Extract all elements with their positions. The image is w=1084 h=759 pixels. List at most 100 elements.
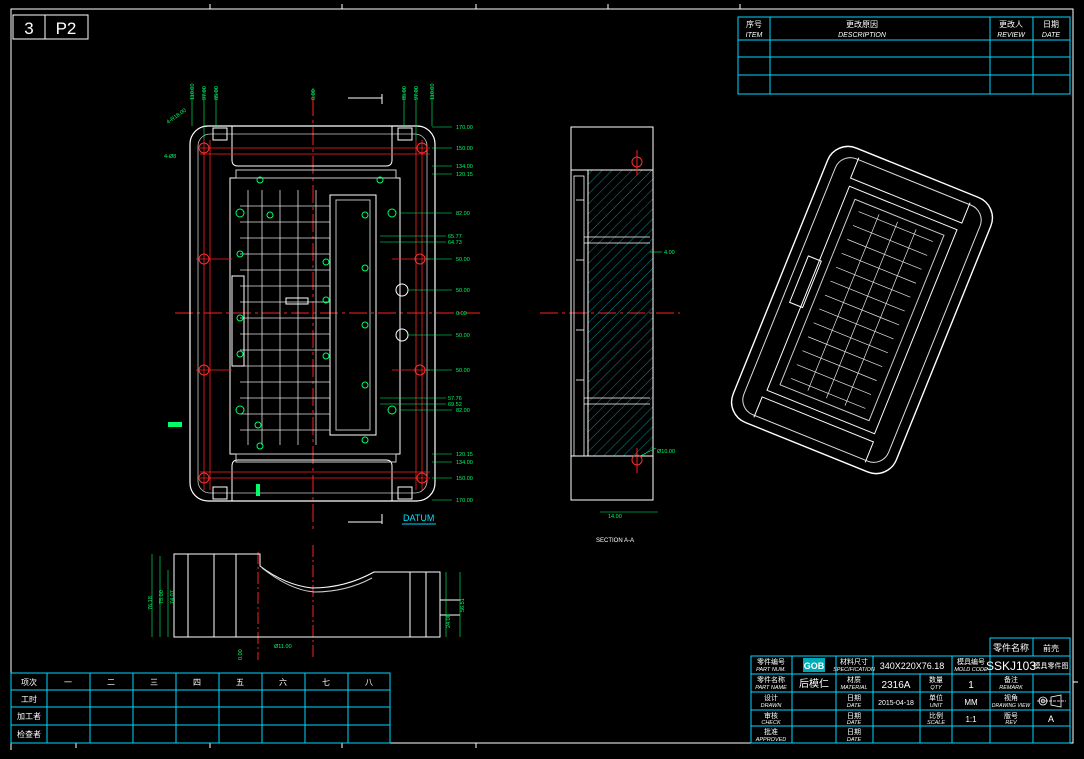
tb-part-number-cn: 零件编号 bbox=[757, 657, 785, 666]
proc-row-0: 项次 bbox=[21, 677, 37, 687]
tb-approve-en: APPROVED bbox=[755, 737, 787, 743]
side-dim-6: Ø11.00 bbox=[274, 644, 292, 650]
proc-col-3: 四 bbox=[193, 678, 201, 687]
tb-date3-cn: 日期 bbox=[847, 728, 861, 736]
dim-r7: 50.00 bbox=[456, 257, 470, 263]
title-block: 零件名称 前壳 零件编号 PART NUM. GOB 材料尺寸 SPECIFIC… bbox=[750, 637, 1071, 744]
plan-view: DATUM bbox=[168, 88, 480, 530]
tb-date-en: DATE bbox=[847, 703, 862, 709]
proc-col-6: 七 bbox=[322, 678, 330, 687]
dim-t6: 110.00 bbox=[430, 84, 436, 100]
tb-part-number-en: PART NUM. bbox=[756, 667, 786, 673]
tb-date3-en: DATE bbox=[847, 737, 862, 743]
sec-dim-2: 14.00 bbox=[608, 514, 622, 520]
section-view: 4.00 Ø10.00 14.00 SECTION A-A bbox=[540, 126, 680, 544]
side-dim-3: 24.00 bbox=[446, 614, 452, 628]
section-label: SECTION A-A bbox=[596, 538, 634, 544]
tb-view-cn: 视角 bbox=[1004, 693, 1018, 702]
dim-r6: 64.73 bbox=[448, 240, 462, 246]
rev-col-desc-cn: 更改原因 bbox=[846, 19, 878, 29]
tb-remark-cn: 备注 bbox=[1004, 675, 1018, 684]
dim-r10: 50.00 bbox=[456, 333, 470, 339]
dim-r15: 120.15 bbox=[456, 452, 473, 458]
dim-t1: 97.00 bbox=[202, 86, 208, 100]
tb-material-en: MATERIAL bbox=[840, 685, 867, 691]
tb-rev-cn: 版号 bbox=[1004, 711, 1018, 720]
page-index-box: 3 P2 bbox=[12, 14, 89, 40]
proc-row-3: 检查者 bbox=[17, 729, 41, 739]
dim-r18: 170.00 bbox=[456, 498, 473, 504]
gate-marker bbox=[168, 422, 182, 427]
tb-unit-val: MM bbox=[964, 698, 978, 707]
side-dim-1: 75.00 bbox=[159, 590, 165, 604]
tb-scale-val: 1:1 bbox=[965, 715, 977, 724]
proc-row-2: 加工者 bbox=[17, 711, 41, 721]
dim-r3: 120.15 bbox=[456, 172, 473, 178]
tb-qty-val: 1 bbox=[968, 680, 974, 691]
tb-date2-en: DATE bbox=[847, 720, 862, 726]
tb-part-name-cn: 零件名称 bbox=[757, 675, 785, 684]
dim-t4: 85.00 bbox=[402, 86, 408, 100]
side-dim-0: 76.18 bbox=[148, 596, 154, 610]
side-view: 76.18 75.00 74.07 24.00 56.51 0.00 Ø11.0… bbox=[148, 545, 466, 660]
proc-col-7: 八 bbox=[365, 678, 373, 687]
rev-col-item-en: ITEM bbox=[746, 32, 763, 39]
proc-row-1: 工时 bbox=[21, 694, 37, 704]
tb-qty-cn: 数量 bbox=[929, 675, 943, 684]
tb-logo: GOB bbox=[804, 661, 825, 671]
tb-unit-en: UNIT bbox=[930, 703, 943, 709]
dim-t5: 97.00 bbox=[414, 86, 420, 100]
tb-remark-en: REMARK bbox=[999, 685, 1023, 691]
page-code: P2 bbox=[56, 19, 77, 38]
side-dim-5: 0.00 bbox=[238, 649, 244, 660]
proc-col-2: 三 bbox=[150, 678, 158, 687]
proc-col-0: 一 bbox=[64, 678, 72, 687]
projection-symbol-icon bbox=[1037, 694, 1066, 708]
tb-scale-cn: 比例 bbox=[929, 711, 943, 720]
rev-col-date-cn: 日期 bbox=[1043, 20, 1059, 29]
dim-t3: 0.00 bbox=[311, 89, 317, 100]
tb-scale-en: SCALE bbox=[927, 720, 945, 726]
process-table: 项次 工时 加工者 检查者 一 二 三 四 五 六 七 八 bbox=[10, 672, 391, 744]
tb-design-en: DRAWN bbox=[761, 703, 782, 709]
dim-t2: 85.00 bbox=[214, 86, 220, 100]
tb-part-name-val: 后模仁 bbox=[799, 678, 829, 690]
rev-col-review-en: REVIEW bbox=[997, 32, 1026, 39]
tb-rev-en: REV bbox=[1005, 720, 1018, 726]
datum-label: DATUM bbox=[403, 513, 434, 523]
sec-dim-1: Ø10.00 bbox=[657, 449, 675, 455]
tb-part-name-value: 前壳 bbox=[1043, 643, 1059, 653]
dim-radius: 4-R18.00 bbox=[166, 108, 188, 126]
tb-part-name-en: PART NAME bbox=[755, 685, 787, 691]
tb-date-cn: 日期 bbox=[847, 694, 861, 702]
rev-col-desc-en: DESCRIPTION bbox=[838, 32, 887, 39]
tb-mold-no-cn: 模具编号 bbox=[957, 657, 985, 666]
tb-mold-code: SSKJ103 bbox=[986, 659, 1036, 673]
side-dim-2: 74.07 bbox=[170, 590, 176, 604]
tb-material-cn: 材质 bbox=[847, 675, 861, 684]
proc-col-5: 六 bbox=[279, 677, 287, 687]
tb-date2-cn: 日期 bbox=[847, 712, 861, 720]
tb-check-cn: 审核 bbox=[764, 711, 778, 720]
tb-date-val: 2015-04-18 bbox=[878, 700, 914, 707]
dim-r14: 82.00 bbox=[456, 408, 470, 414]
isometric-view bbox=[730, 145, 994, 475]
tb-unit-cn: 单位 bbox=[929, 693, 943, 702]
page-index: 3 bbox=[24, 19, 33, 38]
tb-spec-cn: 材料尺寸 bbox=[840, 657, 868, 666]
dim-r2: 134.00 bbox=[456, 164, 473, 170]
tb-check-en: CHECK bbox=[761, 720, 781, 726]
tb-view-en: DRAWING VIEW bbox=[992, 703, 1032, 709]
proc-col-1: 二 bbox=[107, 678, 115, 687]
tb-rev-val: A bbox=[1048, 714, 1054, 724]
proc-col-4: 五 bbox=[236, 678, 244, 687]
dim-r11: 50.00 bbox=[456, 368, 470, 374]
dim-r17: 150.00 bbox=[456, 476, 473, 482]
dim-r16: 134.00 bbox=[456, 460, 473, 466]
tb-part-name-header: 零件名称 bbox=[993, 642, 1029, 653]
dim-r9: 0.00 bbox=[456, 311, 467, 317]
tb-design-cn: 设计 bbox=[764, 693, 778, 702]
dim-r4: 82.00 bbox=[456, 211, 470, 217]
side-dim-4: 56.51 bbox=[460, 598, 466, 612]
revision-block: 序号 ITEM 更改原因 DESCRIPTION 更改人 REVIEW 日期 D… bbox=[737, 16, 1071, 95]
